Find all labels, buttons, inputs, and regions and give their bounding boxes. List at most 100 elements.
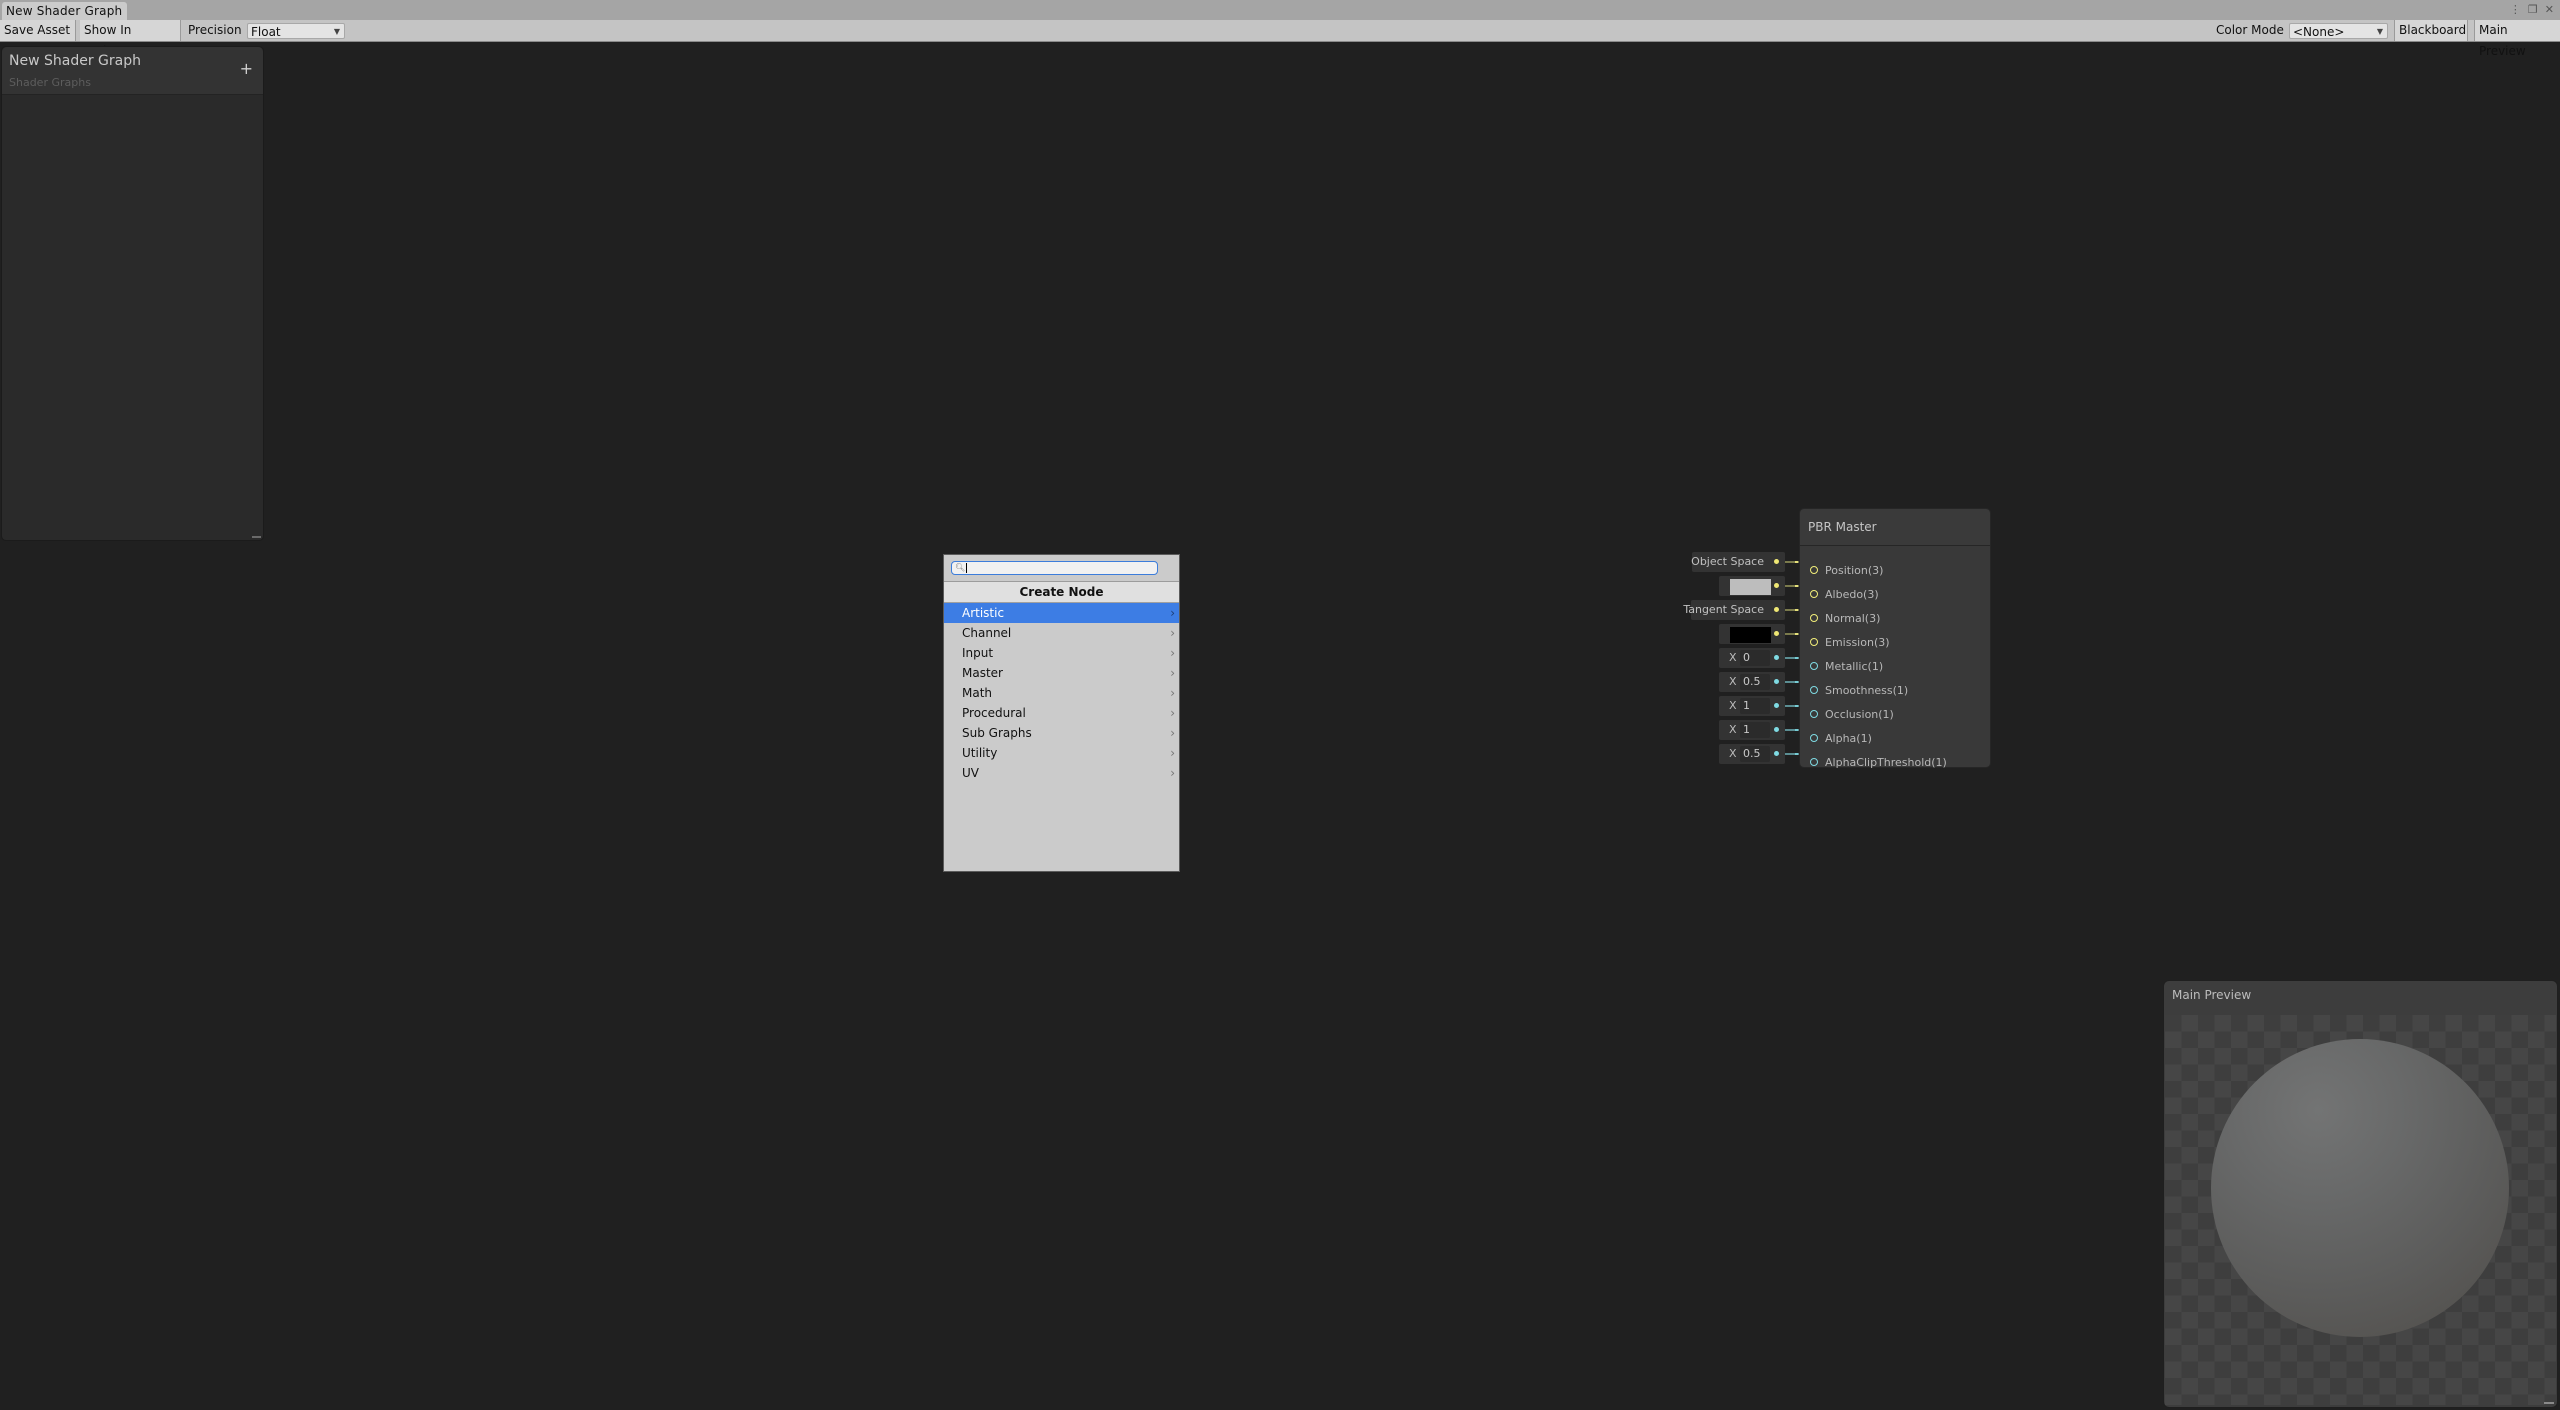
blackboard-header: New Shader Graph Shader Graphs + <box>2 47 263 95</box>
menu-item-label: Utility <box>962 746 998 760</box>
menu-item-procedural[interactable]: Procedural › <box>944 703 1179 723</box>
menu-item-sub-graphs[interactable]: Sub Graphs › <box>944 723 1179 743</box>
chevron-right-icon: › <box>1170 746 1175 760</box>
menu-item-uv[interactable]: UV › <box>944 763 1179 783</box>
more-options-icon[interactable]: ⋮ <box>2510 2 2521 18</box>
position-space-dropdown[interactable]: Object Space <box>1691 552 1785 572</box>
port-label: AlphaClipThreshold(1) <box>1825 756 1947 769</box>
maximize-icon[interactable]: ❐ <box>2528 2 2538 18</box>
port-label: Occlusion(1) <box>1825 708 1894 721</box>
node-title: PBR Master <box>1800 509 1990 546</box>
port-circle-icon[interactable] <box>1810 566 1818 574</box>
node-category-list: Artistic › Channel › Input › Master › Ma… <box>944 603 1179 783</box>
search-icon: 🔍︎ <box>955 563 966 572</box>
connector-dot <box>1774 679 1779 684</box>
blackboard-panel: New Shader Graph Shader Graphs + <box>1 46 264 541</box>
resize-handle[interactable] <box>2544 1402 2554 1404</box>
preview-title: Main Preview <box>2172 988 2252 1002</box>
show-in-project-button[interactable]: Show In Project <box>80 20 181 58</box>
color-swatch[interactable] <box>1730 579 1771 595</box>
search-bar: 🔍︎ <box>944 555 1179 582</box>
main-preview-panel[interactable]: Main Preview <box>2163 980 2558 1408</box>
port-circle-icon[interactable] <box>1810 590 1818 598</box>
color-swatch[interactable] <box>1730 627 1771 643</box>
wire-dash <box>1795 561 1798 563</box>
menu-item-label: Sub Graphs <box>962 726 1032 740</box>
emission-color-field[interactable] <box>1719 624 1785 644</box>
port-circle-icon[interactable] <box>1810 734 1818 742</box>
save-asset-button[interactable]: Save Asset <box>0 20 76 41</box>
port-circle-icon[interactable] <box>1810 710 1818 718</box>
port-circle-icon[interactable] <box>1810 662 1818 670</box>
blackboard-toggle-button[interactable]: Blackboard <box>2394 20 2468 41</box>
color-mode-label: Color Mode <box>2216 23 2284 37</box>
resize-handle[interactable] <box>252 536 261 538</box>
main-preview-toggle-button[interactable]: Main Preview <box>2474 20 2560 58</box>
chevron-right-icon: › <box>1170 646 1175 660</box>
pbr-master-node[interactable]: PBR Master Position(3) Albedo(3) Normal(… <box>1799 508 1991 769</box>
connector-dot <box>1774 703 1779 708</box>
wire-dash <box>1795 633 1798 635</box>
port-label: Smoothness(1) <box>1825 684 1909 697</box>
port-circle-icon[interactable] <box>1810 686 1818 694</box>
alpha-input[interactable]: 1 <box>1740 722 1770 738</box>
menu-item-utility[interactable]: Utility › <box>944 743 1179 763</box>
precision-value: Float <box>251 25 281 39</box>
chevron-right-icon: › <box>1170 766 1175 780</box>
toolbar: Save Asset Show In Project Precision Flo… <box>0 20 2560 58</box>
port-circle-icon[interactable] <box>1810 758 1818 766</box>
blackboard-subtitle: Shader Graphs <box>9 76 91 89</box>
port-label: Normal(3) <box>1825 612 1881 625</box>
metallic-field: X 0 <box>1719 648 1785 668</box>
axis-label: X <box>1729 747 1737 760</box>
add-property-icon[interactable]: + <box>240 61 253 77</box>
wire-dash <box>1795 609 1798 611</box>
albedo-color-field[interactable] <box>1719 576 1785 596</box>
chevron-right-icon: › <box>1170 726 1175 740</box>
window-controls: ⋮ ❐ ✕ <box>2510 2 2554 18</box>
dropdown-value: Object Space <box>1691 555 1764 568</box>
chevron-right-icon: › <box>1170 626 1175 640</box>
precision-dropdown[interactable]: Float ▼ <box>247 23 345 39</box>
normal-space-dropdown[interactable]: Tangent Space <box>1683 600 1785 620</box>
searcher-title: Create Node <box>944 582 1179 603</box>
port-circle-icon[interactable] <box>1810 614 1818 622</box>
connector-dot <box>1774 751 1779 756</box>
menu-item-master[interactable]: Master › <box>944 663 1179 683</box>
dropdown-arrow-icon: ▼ <box>333 27 340 36</box>
port-label: Position(3) <box>1825 564 1884 577</box>
occlusion-input[interactable]: 1 <box>1740 698 1770 714</box>
port-label: Albedo(3) <box>1825 588 1879 601</box>
close-icon[interactable]: ✕ <box>2545 2 2554 18</box>
alpha-clip-threshold-input[interactable]: 0.5 <box>1740 746 1770 762</box>
color-mode-dropdown[interactable]: <None> ▼ <box>2289 23 2388 39</box>
tab-new-shader-graph[interactable]: New Shader Graph <box>2 2 128 20</box>
port-circle-icon[interactable] <box>1810 638 1818 646</box>
metallic-input[interactable]: 0 <box>1740 650 1770 666</box>
connector-dot <box>1774 583 1779 588</box>
port-label: Emission(3) <box>1825 636 1890 649</box>
create-node-searcher: 🔍︎ Create Node Artistic › Channel › Inpu… <box>943 554 1180 872</box>
port-label: Metallic(1) <box>1825 660 1884 673</box>
text-caret <box>966 563 967 573</box>
menu-item-math[interactable]: Math › <box>944 683 1179 703</box>
alpha-clip-threshold-field: X 0.5 <box>1719 744 1785 764</box>
wire-dash <box>1795 681 1798 683</box>
window-title-bar: New Shader Graph ⋮ ❐ ✕ <box>0 0 2560 20</box>
menu-item-artistic[interactable]: Artistic › <box>944 603 1179 623</box>
preview-sphere <box>2211 1039 2509 1337</box>
search-input[interactable]: 🔍︎ <box>951 561 1158 575</box>
occlusion-field: X 1 <box>1719 696 1785 716</box>
smoothness-input[interactable]: 0.5 <box>1740 674 1770 690</box>
smoothness-field: X 0.5 <box>1719 672 1785 692</box>
connector-dot <box>1774 607 1779 612</box>
menu-item-channel[interactable]: Channel › <box>944 623 1179 643</box>
axis-label: X <box>1729 651 1737 664</box>
menu-item-label: Input <box>962 646 994 660</box>
wire-dash <box>1795 657 1798 659</box>
dropdown-value: Tangent Space <box>1683 603 1764 616</box>
preview-canvas[interactable] <box>2165 1015 2556 1405</box>
menu-item-input[interactable]: Input › <box>944 643 1179 663</box>
connector-dot <box>1774 631 1779 636</box>
axis-label: X <box>1729 675 1737 688</box>
